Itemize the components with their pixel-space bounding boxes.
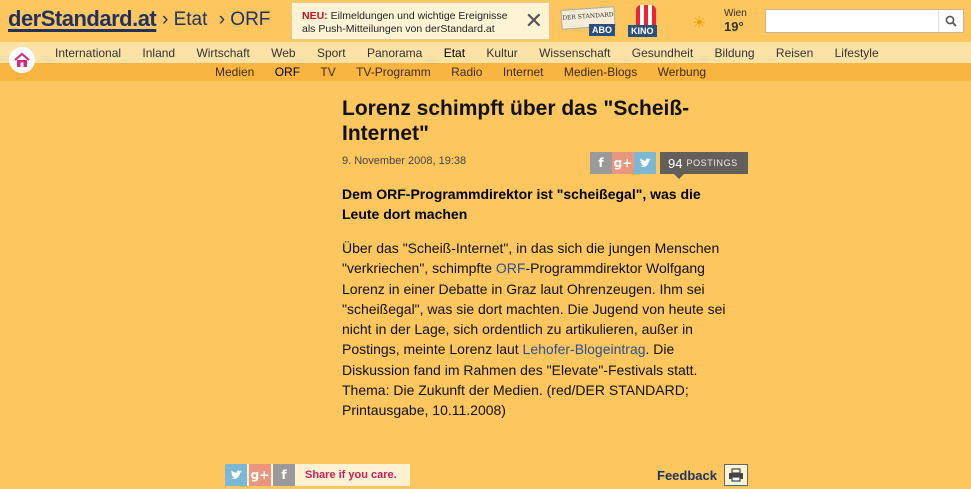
postings-button[interactable]: 94 POSTINGS [660, 152, 748, 179]
kino-promo[interactable]: KINO [624, 5, 670, 37]
breadcrumb-item-etat[interactable]: › Etat [162, 9, 207, 30]
article-lead: Dem ORF-Programmdirektor ist "scheißegal… [342, 186, 701, 222]
print-button[interactable] [724, 464, 748, 486]
push-message: Eilmeldungen und wichtige Ereignisse als… [302, 10, 508, 35]
printer-icon [729, 468, 743, 482]
site-logo[interactable]: derStandard.at [8, 6, 157, 32]
push-banner-text: NEU: Eilmeldungen und wichtige Ereigniss… [302, 10, 517, 36]
article-headline: Lorenz schimpft über das "Scheiß-Interne… [342, 97, 690, 145]
subnav-item-medien-blogs[interactable]: Medien-Blogs [564, 65, 637, 79]
google-plus-icon[interactable]: g+ [612, 152, 634, 174]
push-new-label: NEU: [302, 10, 328, 22]
weather-city[interactable]: Wien [724, 8, 747, 19]
search-input[interactable] [770, 11, 944, 33]
abo-promo[interactable]: DER STANDARD ABO [559, 6, 616, 36]
twitter-icon[interactable] [634, 152, 656, 174]
home-button[interactable] [9, 47, 35, 73]
article-date: 9. November 2008, 19:38 [342, 155, 467, 167]
article-body: Über das "Scheiß-Internet", in das sich … [342, 238, 738, 421]
nav-item-panorama[interactable]: Panorama [367, 46, 422, 60]
abo-label: ABO [589, 24, 615, 36]
share-bar: g+ f Share if you care. [225, 464, 410, 486]
nav-item-wissenschaft[interactable]: Wissenschaft [539, 46, 610, 60]
nav-item-etat[interactable]: Etat [444, 46, 465, 60]
search-box [765, 9, 964, 33]
primary-nav: International Inland Wirtschaft Web Spor… [0, 42, 971, 63]
nav-item-sport[interactable]: Sport [317, 46, 346, 60]
site-header: derStandard.at › Etat › ORF NEU: Eilmeld… [0, 0, 971, 42]
home-icon [14, 52, 30, 67]
facebook-icon[interactable]: f [273, 464, 295, 486]
nav-item-gesundheit[interactable]: Gesundheit [632, 46, 693, 60]
postings-count: 94 [668, 155, 683, 171]
subnav-item-internet[interactable]: Internet [503, 65, 544, 79]
nav-item-wirtschaft[interactable]: Wirtschaft [196, 46, 249, 60]
speech-bubble-tail [674, 174, 684, 179]
subnav-item-radio[interactable]: Radio [451, 65, 482, 79]
share-label: Share if you care. [305, 469, 397, 481]
subnav-item-tv-programm[interactable]: TV-Programm [356, 65, 431, 79]
nav-item-kultur[interactable]: Kultur [486, 46, 517, 60]
orf-link[interactable]: ORF [496, 260, 526, 276]
search-icon [945, 15, 957, 27]
postings-label: POSTINGS [686, 158, 738, 168]
lehofer-blog-link[interactable]: Lehofer-Blogeintrag [523, 341, 646, 357]
sun-icon[interactable]: ☀ [692, 13, 706, 33]
push-notification-banner[interactable]: NEU: Eilmeldungen und wichtige Ereigniss… [291, 2, 550, 40]
facebook-icon[interactable]: f [590, 152, 612, 174]
secondary-nav: Medien ORF TV TV-Programm Radio Internet… [0, 63, 971, 81]
kino-label: KINO [628, 25, 657, 37]
nav-item-reisen[interactable]: Reisen [776, 46, 813, 60]
social-share-top: f g+ [590, 152, 656, 174]
nav-item-international[interactable]: International [55, 46, 121, 60]
nav-item-inland[interactable]: Inland [142, 46, 175, 60]
nav-item-web[interactable]: Web [271, 46, 295, 60]
popcorn-icon [636, 5, 656, 27]
close-icon[interactable]: ✕ [525, 9, 543, 33]
google-plus-icon[interactable]: g+ [249, 464, 271, 486]
subnav-item-werbung[interactable]: Werbung [658, 65, 706, 79]
nav-item-bildung[interactable]: Bildung [715, 46, 755, 60]
feedback-link[interactable]: Feedback [657, 468, 717, 483]
breadcrumb: › Etat › ORF [162, 9, 276, 31]
subnav-item-orf[interactable]: ORF [275, 65, 300, 79]
search-button[interactable] [938, 10, 963, 32]
subnav-item-tv[interactable]: TV [320, 65, 335, 79]
breadcrumb-item-orf[interactable]: › ORF [219, 9, 271, 30]
twitter-icon[interactable] [225, 464, 247, 486]
weather-temperature[interactable]: 19° [724, 19, 744, 34]
nav-item-lifestyle[interactable]: Lifestyle [835, 46, 879, 60]
subnav-item-medien[interactable]: Medien [215, 65, 254, 79]
